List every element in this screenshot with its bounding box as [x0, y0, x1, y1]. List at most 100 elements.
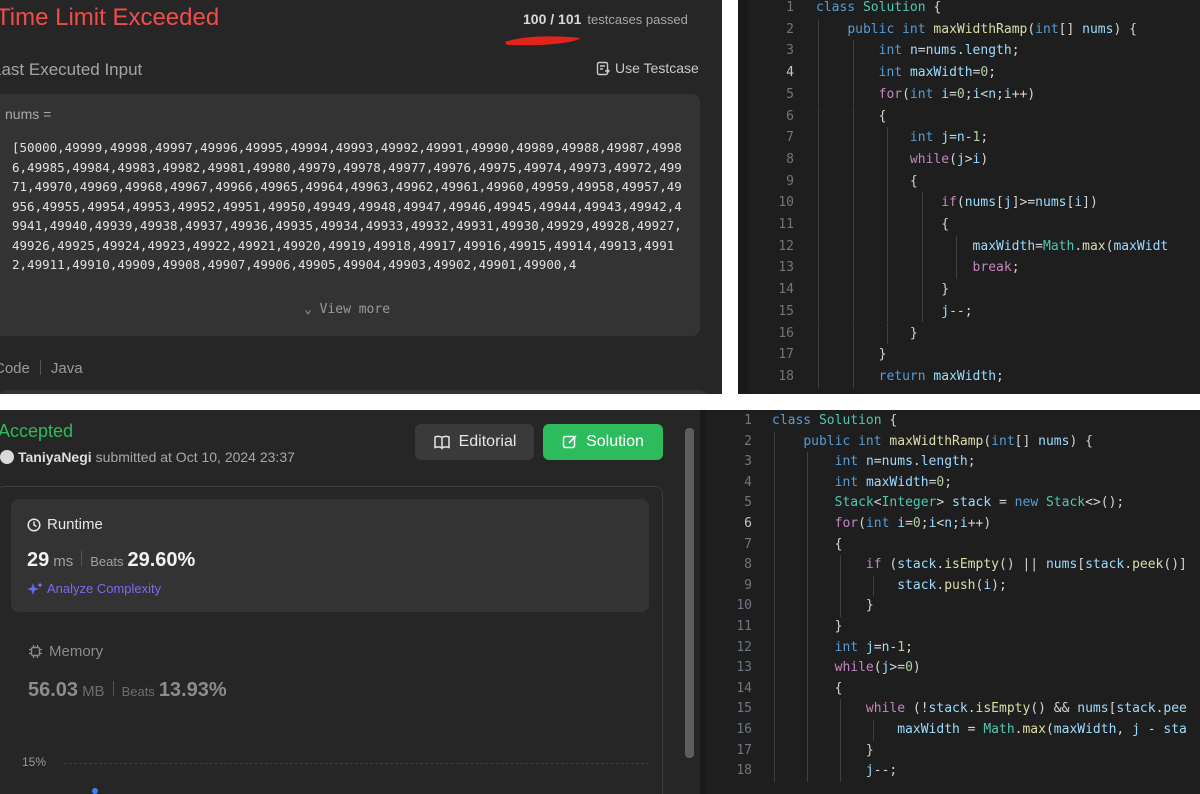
code-text: int j=n-1;: [834, 639, 913, 655]
code-line[interactable]: 18 j--;: [706, 761, 1200, 782]
red-scribble-mark: [505, 36, 581, 46]
code-line[interactable]: 5 for(int i=0;i<n;i++): [748, 83, 1200, 106]
code-line[interactable]: 4 int maxWidth=0;: [706, 472, 1200, 494]
code-text: {: [772, 680, 843, 696]
code-line[interactable]: 4 int maxWidth=0;: [748, 62, 1200, 84]
code-text: {: [816, 173, 918, 189]
code-text: Stack<Integer> stack = new Stack<>();: [834, 495, 1125, 511]
code-line[interactable]: 3 int n=nums.length;: [706, 452, 1200, 473]
code-line[interactable]: 10 if(nums[j]>=nums[i]): [748, 192, 1200, 214]
code-text: {: [816, 217, 950, 232]
last-executed-input-label: Last Executed Input: [0, 60, 143, 79]
submission-info: TaniyaNegi submitted at Oct 10, 2024 23:…: [0, 449, 295, 465]
divider: [39, 360, 41, 375]
code-line[interactable]: 9 {: [748, 170, 1200, 193]
runtime-card[interactable]: Runtime 29 ms Beats 29.60% Analyze Compl…: [11, 499, 649, 612]
code-text: maxWidth = Math.max(maxWidth, j - sta: [897, 722, 1187, 737]
editorial-button[interactable]: Editorial: [415, 424, 534, 460]
clock-icon: [27, 517, 41, 532]
code-editor-bottom[interactable]: 1 class Solution {2 public int maxWidthRa…: [706, 410, 1200, 794]
view-more-button[interactable]: ⌄ View more: [0, 302, 700, 317]
code-text: j--;: [941, 303, 973, 319]
memory-beats: 13.93%: [158, 679, 227, 701]
code-line[interactable]: 8 while(j>i): [748, 148, 1200, 171]
code-line[interactable]: 11 {: [748, 214, 1200, 236]
code-line[interactable]: 6 {: [748, 105, 1200, 128]
code-line[interactable]: 8 if (stack.isEmpty() || nums[stack.peek…: [706, 555, 1200, 576]
code-line[interactable]: 7 int j=n-1;: [748, 127, 1200, 149]
code-line[interactable]: 2 public int maxWidthRamp(int[] nums) {: [706, 431, 1200, 453]
divider: [81, 551, 83, 566]
code-line[interactable]: 15 while (!stack.isEmpty() && nums[stack…: [706, 699, 1200, 720]
code-text: if(nums[j]>=nums[i]): [941, 195, 1098, 211]
accepted-result-panel: Accepted TaniyaNegi submitted at Oct 10,…: [0, 410, 700, 794]
runtime-label: Runtime: [47, 516, 103, 533]
code-line[interactable]: 17 }: [706, 740, 1200, 762]
line-number: 13: [778, 260, 794, 276]
chart-tick-label: 15%: [22, 755, 47, 769]
use-testcase-label: Use Testcase: [615, 60, 699, 76]
panel-divider[interactable]: [738, 0, 748, 394]
code-line[interactable]: 5 Stack<Integer> stack = new Stack<>();: [706, 493, 1200, 514]
chart-point[interactable]: [92, 788, 98, 794]
code-text: {: [816, 108, 887, 124]
code-line[interactable]: 1 class Solution {: [748, 0, 1200, 19]
code-line[interactable]: 15 j--;: [748, 300, 1200, 323]
line-number: 6: [744, 516, 752, 531]
code-line[interactable]: 12 int j=n-1;: [706, 637, 1200, 659]
code-line[interactable]: 12 maxWidth=Math.max(maxWidt: [748, 235, 1200, 258]
code-line[interactable]: 7 {: [706, 534, 1200, 556]
code-text: stack.push(i);: [897, 577, 1007, 593]
chevron-double-down-icon: ⌄: [303, 302, 312, 317]
line-number: 11: [778, 217, 794, 232]
divider: [112, 681, 114, 696]
code-line[interactable]: 16 }: [748, 322, 1200, 345]
code-line[interactable]: 18 return maxWidth;: [748, 365, 1200, 388]
code-line[interactable]: 2 public int maxWidthRamp(int[] nums) {: [748, 18, 1200, 41]
code-line[interactable]: 13 break;: [748, 257, 1200, 280]
runtime-beats: 29.60%: [127, 549, 196, 571]
code-text: for(int i=0;i<n;i++): [878, 86, 1036, 102]
testcases-passed: 100 / 101 testcases passed: [523, 11, 688, 27]
code-editor-top[interactable]: 1 class Solution {2 public int maxWidthRa…: [748, 0, 1200, 394]
submitted-at: submitted at Oct 10, 2024 23:37: [95, 449, 295, 465]
avatar[interactable]: [0, 450, 14, 464]
line-number: 18: [778, 368, 794, 384]
code-line[interactable]: 10 }: [706, 596, 1200, 617]
edit-icon: [562, 435, 577, 449]
analyze-complexity-link[interactable]: Analyze Complexity: [27, 581, 161, 596]
code-line[interactable]: 11 }: [706, 617, 1200, 638]
memory-header[interactable]: Memory: [28, 643, 103, 660]
code-text: }: [772, 598, 874, 614]
code-line[interactable]: 14 {: [706, 678, 1200, 700]
testcases-label: testcases passed: [587, 12, 688, 27]
scrollbar-thumb[interactable]: [685, 428, 694, 758]
use-testcase-button[interactable]: Use Testcase: [596, 60, 699, 76]
solution-button[interactable]: Solution: [543, 424, 663, 460]
line-number: 16: [736, 722, 752, 737]
chart-gridline: [64, 763, 649, 764]
view-more-label: View more: [319, 302, 391, 317]
line-number: 10: [778, 195, 794, 211]
code-line[interactable]: 1 class Solution {: [706, 411, 1200, 432]
line-number: 13: [736, 660, 752, 676]
code-line[interactable]: 17 }: [748, 344, 1200, 366]
line-number: 12: [778, 238, 794, 254]
runtime-header: Runtime: [27, 516, 103, 533]
code-text: while(j>i): [909, 151, 989, 167]
username[interactable]: TaniyaNegi: [18, 449, 92, 465]
code-line[interactable]: 13 while(j>=0): [706, 658, 1200, 679]
sparkle-icon: [27, 582, 43, 595]
testcases-count: 100 / 101: [523, 11, 582, 27]
code-line[interactable]: 16 maxWidth = Math.max(maxWidth, j - sta: [706, 720, 1200, 741]
runtime-unit: ms: [53, 553, 74, 570]
scrollbar[interactable]: [685, 428, 694, 758]
code-line[interactable]: 3 int n=nums.length;: [748, 40, 1200, 63]
nums-label: nums =: [5, 106, 52, 122]
code-line[interactable]: 9 stack.push(i);: [706, 575, 1200, 597]
line-number: 14: [778, 282, 794, 298]
code-line[interactable]: 14 }: [748, 279, 1200, 301]
line-number: 3: [786, 43, 794, 59]
beats-label: Beats: [90, 554, 124, 569]
code-line[interactable]: 6 for(int i=0;i<n;i++): [706, 514, 1200, 535]
